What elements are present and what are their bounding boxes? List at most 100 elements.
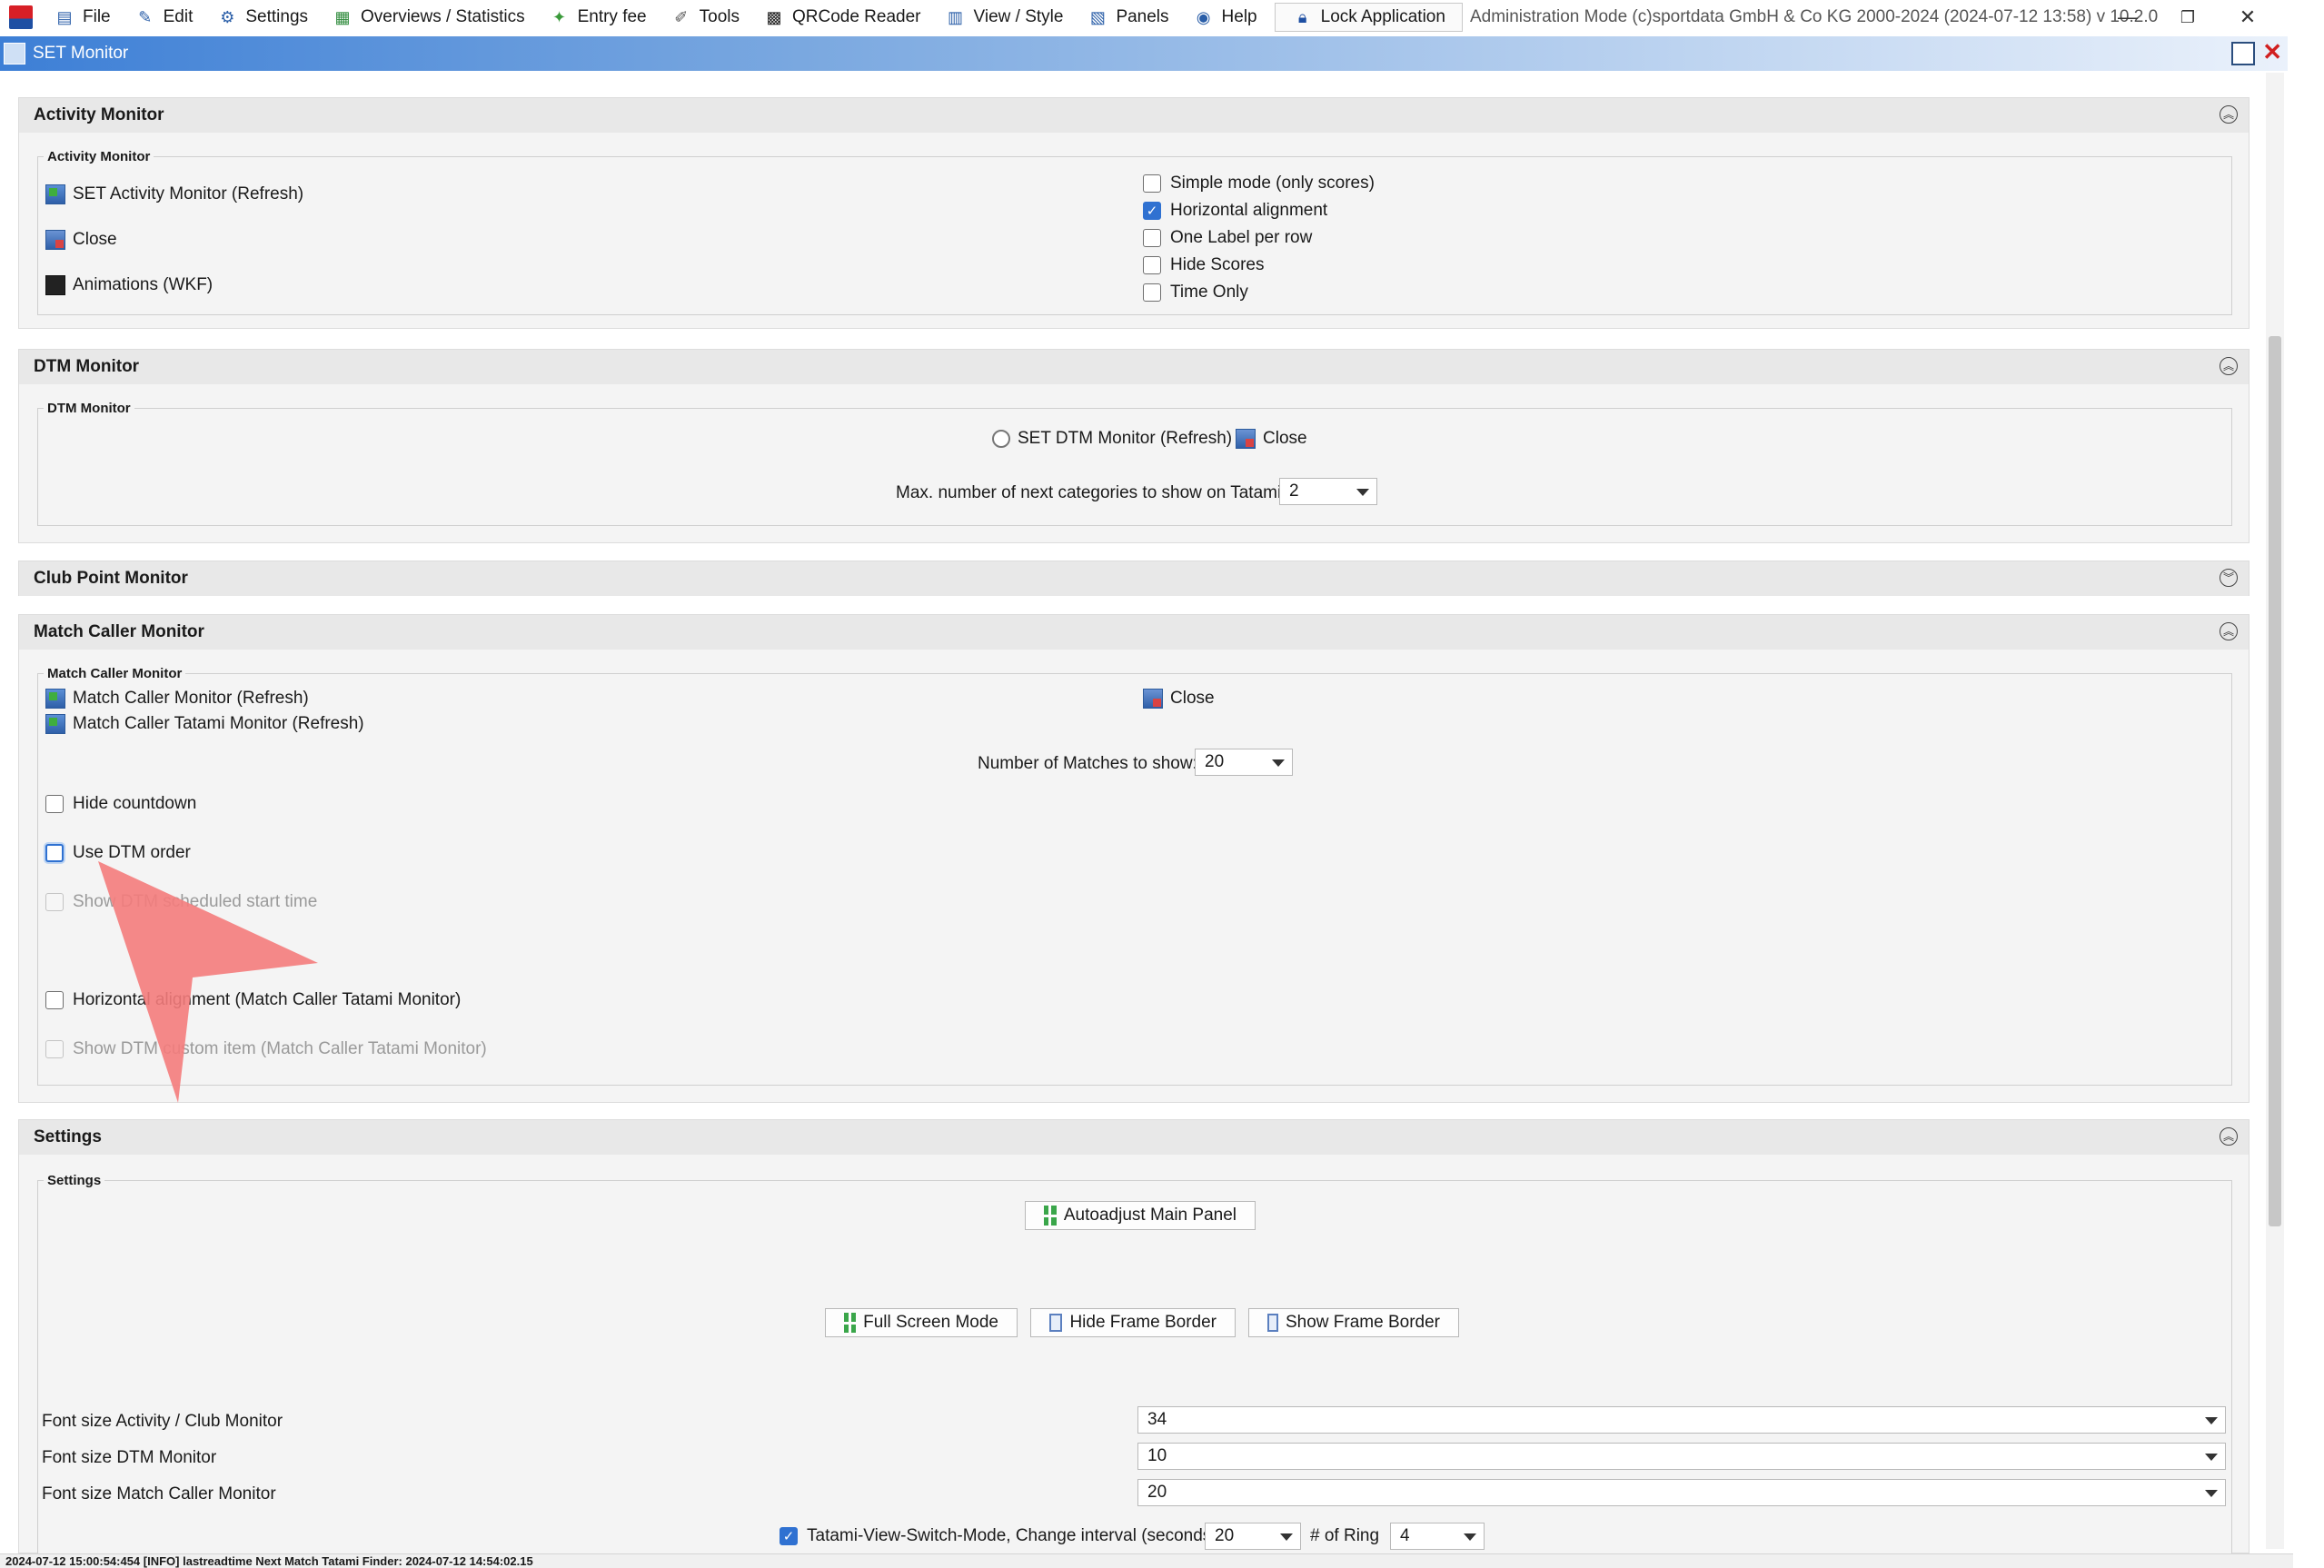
menu-entry-fee[interactable]: ✦ Entry fee [537, 0, 659, 35]
match-caller-group: Match Caller Monitor Match Caller Monito… [37, 666, 2232, 1086]
section-title: Settings [34, 1127, 102, 1146]
collapse-up-icon[interactable]: ︽ [2220, 1127, 2238, 1146]
section-header[interactable]: DTM Monitor ︽ [19, 350, 2249, 384]
font-size-activity-combo[interactable]: 34 [1137, 1406, 2226, 1434]
menu-panels[interactable]: ▧ Panels [1075, 0, 1180, 35]
settings-section: Settings ︽ Settings Autoadjust Main Pane… [18, 1119, 2250, 1562]
menu-label: Panels [1116, 7, 1169, 26]
checkbox-checked[interactable]: ✓ [780, 1527, 798, 1545]
section-header[interactable]: Activity Monitor ︽ [19, 98, 2249, 133]
window-close-button[interactable]: ✕ [2220, 0, 2275, 35]
dropdown-arrow-icon [1464, 1533, 1476, 1541]
club-point-monitor-section: Club Point Monitor ︾ [18, 561, 2250, 596]
collapse-up-icon[interactable]: ︽ [2220, 622, 2238, 640]
match-caller-tatami-link[interactable]: Match Caller Tatami Monitor (Refresh) [45, 714, 364, 734]
font-size-activity-label: Font size Activity / Club Monitor [42, 1412, 283, 1431]
money-icon: ✦ [552, 7, 567, 26]
lock-application-button[interactable]: 🔒︎ Lock Application [1274, 3, 1463, 32]
tatami-switch-mode-checkbox[interactable]: ✓ Tatami-View-Switch-Mode, Change interva… [780, 1526, 1217, 1546]
activity-close-link[interactable]: Close [45, 230, 117, 250]
collapse-up-icon[interactable]: ︽ [2220, 105, 2238, 124]
menu-view-style[interactable]: ▥ View / Style [933, 0, 1076, 35]
link-label: SET Activity Monitor (Refresh) [73, 184, 304, 203]
frame-title: SET Monitor [33, 44, 129, 63]
simple-mode-checkbox[interactable]: Simple mode (only scores) [1143, 174, 1375, 194]
animations-link[interactable]: Animations (WKF) [45, 275, 213, 295]
animation-icon [45, 275, 65, 295]
ring-combo[interactable]: 4 [1390, 1523, 1485, 1550]
checkbox[interactable] [1143, 229, 1161, 247]
checkbox-checked[interactable]: ✓ [1143, 202, 1161, 220]
menu-label: Settings [245, 7, 309, 26]
hide-countdown-checkbox[interactable]: Hide countdown [45, 794, 196, 814]
frame-restore-button[interactable] [2231, 42, 2255, 65]
monitor-icon [45, 714, 65, 734]
collapse-up-icon[interactable]: ︽ [2220, 357, 2238, 375]
checkbox-label: One Label per row [1170, 228, 1313, 247]
close-monitor-icon [45, 230, 65, 250]
show-frame-border-button[interactable]: Show Frame Border [1248, 1308, 1459, 1337]
statistics-icon: ▦ [334, 7, 351, 26]
hide-scores-checkbox[interactable]: Hide Scores [1143, 255, 1265, 275]
checkbox[interactable] [45, 991, 64, 1009]
combo-value: 20 [1147, 1483, 1167, 1502]
minimize-button[interactable]: — [2101, 0, 2155, 35]
time-only-checkbox[interactable]: Time Only [1143, 283, 1248, 303]
menu-settings[interactable]: ⚙ Settings [204, 0, 320, 35]
menu-label: Tools [699, 7, 740, 26]
checkbox-focused[interactable] [45, 844, 64, 862]
button-label: Show Frame Border [1285, 1313, 1440, 1332]
menu-overviews[interactable]: ▦ Overviews / Statistics [320, 0, 537, 35]
full-screen-mode-button[interactable]: Full Screen Mode [825, 1308, 1018, 1337]
tatami-interval-combo[interactable]: 20 [1205, 1523, 1301, 1550]
dropdown-arrow-icon [1272, 759, 1285, 767]
matches-to-show-label: Number of Matches to show: [978, 754, 1197, 773]
checkbox[interactable] [1143, 174, 1161, 193]
match-caller-close-link[interactable]: Close [1143, 689, 1215, 709]
lock-icon: 🔒︎ [1297, 7, 1307, 26]
close-monitor-icon [1236, 429, 1256, 449]
font-size-caller-combo[interactable]: 20 [1137, 1479, 2226, 1506]
link-label: Close [1170, 689, 1215, 708]
checkbox-label: Horizontal alignment [1170, 201, 1328, 220]
checkbox[interactable] [45, 795, 64, 813]
dropdown-arrow-icon [1280, 1533, 1293, 1541]
section-header[interactable]: Match Caller Monitor ︽ [19, 615, 2249, 650]
dtm-close-link[interactable]: Close [1236, 429, 1307, 449]
one-label-per-row-checkbox[interactable]: One Label per row [1143, 228, 1312, 248]
autoadjust-main-panel-button[interactable]: Autoadjust Main Panel [1025, 1201, 1256, 1230]
show-frame-icon [1267, 1314, 1278, 1332]
menu-edit[interactable]: ✎ Edit [123, 0, 205, 35]
menu-qrcode[interactable]: ▩ QRCode Reader [751, 0, 933, 35]
set-dtm-monitor-link[interactable]: SET DTM Monitor (Refresh) [992, 429, 1232, 449]
admin-mode-text: Administration Mode (c)sportdata GmbH & … [1469, 7, 2160, 26]
scrollbar-thumb[interactable] [2269, 336, 2281, 1226]
menu-label: Overviews / Statistics [361, 7, 525, 26]
combo-value: 10 [1147, 1446, 1167, 1465]
max-categories-combo[interactable]: 2 [1279, 478, 1377, 505]
match-caller-monitor-link[interactable]: Match Caller Monitor (Refresh) [45, 689, 309, 709]
monitor-icon [45, 689, 65, 709]
menu-file[interactable]: ▤ File [42, 0, 123, 35]
font-size-dtm-combo[interactable]: 10 [1137, 1443, 2226, 1470]
checkbox[interactable] [1143, 256, 1161, 274]
expand-down-icon[interactable]: ︾ [2220, 569, 2238, 587]
menu-help[interactable]: ◉ Help [1181, 0, 1269, 35]
dtm-monitor-group: DTM Monitor SET DTM Monitor (Refresh) Cl… [37, 401, 2232, 526]
horizontal-alignment-checkbox[interactable]: ✓ Horizontal alignment [1143, 201, 1327, 221]
checkbox[interactable] [1143, 283, 1161, 302]
menu-tools[interactable]: ✐ Tools [659, 0, 751, 35]
restore-button[interactable]: ❐ [2160, 0, 2215, 35]
frame-close-button[interactable]: ✕ [2262, 38, 2282, 66]
section-header[interactable]: Club Point Monitor ︾ [19, 561, 2249, 596]
section-header[interactable]: Settings ︽ [19, 1120, 2249, 1155]
group-label: DTM Monitor [44, 401, 134, 416]
checkbox-label: Time Only [1170, 283, 1248, 302]
autoadjust-icon [1044, 1206, 1057, 1226]
panels-icon: ▧ [1089, 7, 1106, 26]
menu-bar: ▤ File ✎ Edit ⚙ Settings ▦ Overviews / Stati… [0, 0, 2324, 35]
set-activity-monitor-link[interactable]: SET Activity Monitor (Refresh) [45, 184, 303, 204]
menu-label: Edit [163, 7, 194, 26]
matches-to-show-combo[interactable]: 20 [1195, 749, 1293, 776]
hide-frame-border-button[interactable]: Hide Frame Border [1030, 1308, 1236, 1337]
